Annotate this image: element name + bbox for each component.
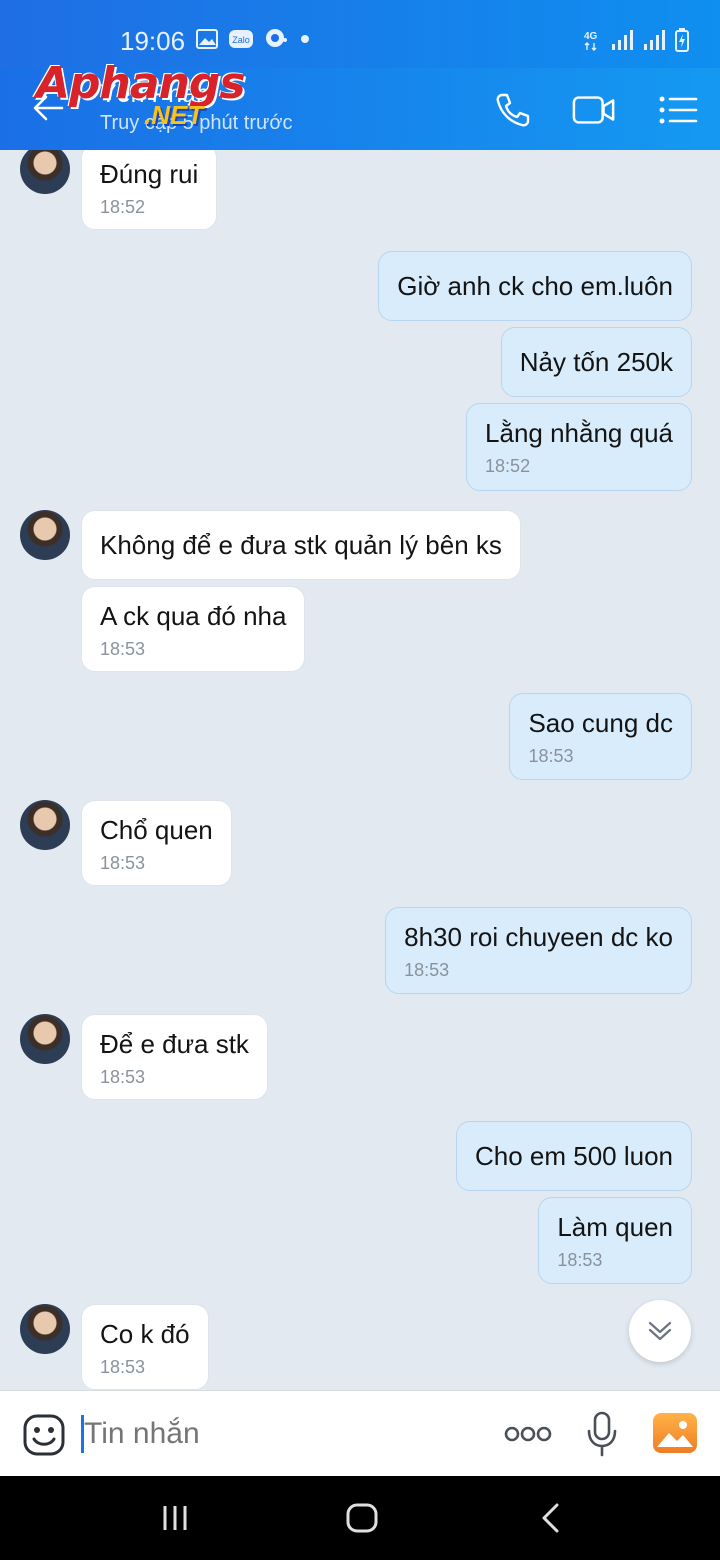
contact-avatar[interactable] <box>20 800 70 850</box>
signal-icon-2 <box>642 29 666 51</box>
chat-header: Yến Phạm Truy cập 5 phút trước Aphangs .… <box>0 62 720 150</box>
message-bubble-incoming[interactable]: Để e đưa stk 18:53 <box>81 1014 268 1100</box>
message-text: A ck qua đó nha <box>100 601 287 631</box>
home-button[interactable] <box>342 1502 382 1534</box>
list-menu-icon <box>659 96 698 124</box>
message-bubble-outgoing[interactable]: Làm quen 18:53 <box>538 1197 692 1284</box>
message-time: 18:53 <box>404 960 450 980</box>
message-bubble-incoming[interactable]: Co k đó 18:53 <box>81 1304 209 1390</box>
contact-avatar[interactable] <box>20 150 70 194</box>
video-camera-icon <box>572 96 615 124</box>
message-time: 18:53 <box>557 1250 603 1270</box>
emoji-button[interactable] <box>22 1413 66 1457</box>
message-text: Để e đưa stk <box>100 1029 249 1059</box>
message-bubble-outgoing[interactable]: Sao cung dc 18:53 <box>509 693 692 780</box>
more-dots-icon <box>504 1426 552 1442</box>
more-options-button[interactable] <box>504 1425 552 1443</box>
message-input[interactable] <box>84 1415 464 1453</box>
message-time: 18:52 <box>485 456 531 476</box>
watermark-top: Aphangs <box>36 58 246 109</box>
message-text: Giờ anh ck cho em.luôn <box>397 271 673 301</box>
message-time: 18:53 <box>100 639 146 659</box>
chat-bubble-icon <box>264 28 288 50</box>
voice-record-button[interactable] <box>586 1411 618 1457</box>
phone-icon <box>496 93 530 127</box>
message-input-bar <box>0 1390 720 1476</box>
watermark-logo: Aphangs .NET <box>36 58 246 131</box>
emoji-icon <box>23 1414 65 1456</box>
message-text: Nảy tốn 250k <box>519 347 673 377</box>
message-bubble-outgoing[interactable]: Nảy tốn 250k <box>500 327 692 397</box>
message-text: Làm quen <box>557 1212 673 1242</box>
message-time: 18:53 <box>100 1357 146 1377</box>
message-text: Lằng nhằng quá <box>485 418 673 448</box>
message-text: Cho em 500 luon <box>474 1141 673 1171</box>
svg-text:Zalo: Zalo <box>232 35 250 45</box>
photo-gallery-button[interactable] <box>653 1413 697 1453</box>
contact-avatar[interactable] <box>20 1304 70 1354</box>
chevron-left-icon <box>542 1503 559 1533</box>
image-icon <box>657 1421 693 1447</box>
message-text: Đúng rui <box>100 159 199 189</box>
system-back-button[interactable] <box>530 1502 570 1534</box>
message-list[interactable]: Đúng rui 18:52 Giờ anh ck cho em.luôn Nả… <box>0 150 720 1390</box>
message-time: 18:52 <box>100 197 146 217</box>
contact-avatar[interactable] <box>20 1014 70 1064</box>
contact-avatar[interactable] <box>20 510 70 560</box>
message-bubble-outgoing[interactable]: Cho em 500 luon <box>455 1121 692 1191</box>
message-bubble-outgoing[interactable]: Giờ anh ck cho em.luôn <box>378 251 692 321</box>
options-menu-button[interactable] <box>656 88 700 132</box>
message-text: Sao cung dc <box>528 708 673 738</box>
message-bubble-incoming[interactable]: Đúng rui 18:52 <box>81 150 218 230</box>
double-chevron-down-icon <box>648 1321 672 1341</box>
message-bubble-incoming[interactable]: A ck qua đó nha 18:53 <box>81 586 306 672</box>
battery-charging-icon <box>674 28 690 52</box>
message-text: 8h30 roi chuyeen dc ko <box>404 922 673 952</box>
message-bubble-incoming[interactable]: Chổ quen 18:53 <box>81 800 232 886</box>
message-time: 18:53 <box>100 1067 146 1087</box>
recent-apps-icon <box>163 1506 187 1530</box>
status-time: 19:06 <box>120 26 186 56</box>
recent-apps-button[interactable] <box>155 1502 195 1534</box>
notification-dot-icon <box>298 32 312 46</box>
message-text: Chổ quen <box>100 815 213 845</box>
home-icon <box>346 1503 378 1533</box>
message-text: Không để e đưa stk quản lý bên ks <box>100 530 502 560</box>
gallery-icon <box>196 29 218 49</box>
signal-icon <box>610 29 634 51</box>
message-text: Co k đó <box>100 1319 190 1349</box>
message-bubble-outgoing[interactable]: 8h30 roi chuyeen dc ko 18:53 <box>385 907 692 994</box>
voice-call-button[interactable] <box>490 88 534 132</box>
message-time: 18:53 <box>100 853 146 873</box>
video-call-button[interactable] <box>572 88 616 132</box>
message-bubble-outgoing[interactable]: Lằng nhằng quá 18:52 <box>466 403 692 491</box>
watermark-bottom: .NET <box>144 100 204 130</box>
network-type-icon: 4G <box>582 28 602 52</box>
system-navigation-bar <box>0 1476 720 1560</box>
microphone-icon <box>587 1411 617 1457</box>
message-time: 18:53 <box>528 746 574 766</box>
svg-text:4G: 4G <box>584 31 598 42</box>
zalo-icon: Zalo <box>228 29 254 49</box>
message-bubble-incoming[interactable]: Không để e đưa stk quản lý bên ks <box>81 510 521 580</box>
scroll-to-bottom-button[interactable] <box>629 1300 691 1362</box>
